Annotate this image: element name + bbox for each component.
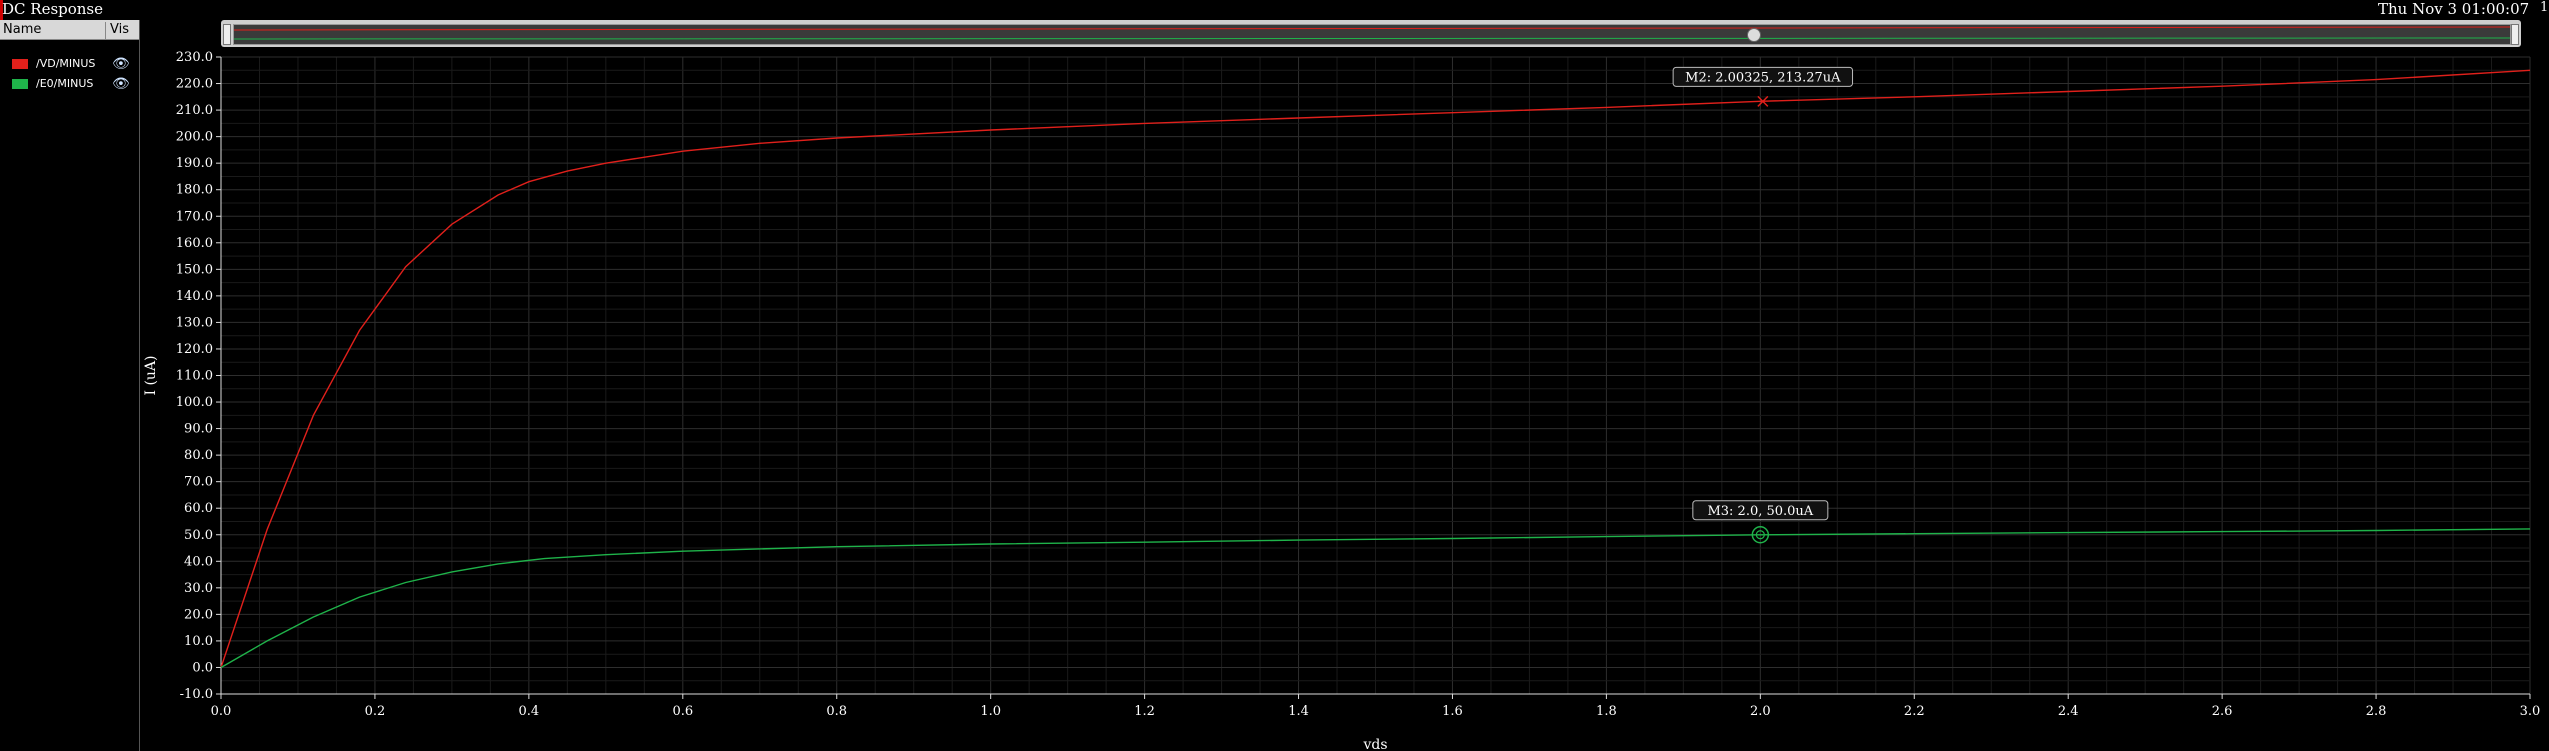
marker-label: M3: 2.0, 50.0uA [1707, 504, 1813, 519]
x-tick-labels: 0.0 0.2 0.4 0.6 0.8 1.0 1.2 1.4 1.6 1.8 2.0 2.2 2.4 2… [211, 694, 2541, 719]
y-tick-label: 60.0 [184, 501, 213, 516]
x-tick-label: 0.4 [519, 704, 540, 719]
y-tick-label: 0.0 [192, 660, 213, 675]
y-tick-label: 120.0 [176, 342, 213, 357]
x-tick-label: 0.8 [826, 704, 847, 719]
x-tick-label: 2.2 [1904, 704, 1925, 719]
y-tick-label: 30.0 [184, 581, 213, 596]
y-tick-label: 20.0 [184, 607, 213, 622]
x-tick-label: 2.0 [1750, 704, 1771, 719]
y-tick-label: 200.0 [176, 130, 213, 145]
x-tick-label: 1.0 [980, 704, 1001, 719]
y-tick-label: 70.0 [184, 475, 213, 490]
x-tick-label: 0.2 [365, 704, 386, 719]
y-tick-label: 220.0 [176, 77, 213, 92]
x-tick-label: 2.8 [2366, 704, 2387, 719]
x-axis-label: vds [1362, 737, 1387, 751]
dc-response-chart: 230.0 220.0 210.0 200.0 190.0 180.0 170.0 160.0… [143, 50, 2541, 751]
x-tick-label: 3.0 [2520, 704, 2541, 719]
y-tick-label: 180.0 [176, 183, 213, 198]
y-tick-label: 90.0 [184, 422, 213, 437]
y-tick-label: 130.0 [176, 315, 213, 330]
y-tick-label: 50.0 [184, 528, 213, 543]
markers: M2: 2.00325, 213.27uA M3: 2.0, 50.0uA [1672, 66, 1854, 544]
x-tick-label: 1.6 [1442, 704, 1463, 719]
y-tick-label: 100.0 [176, 395, 213, 410]
y-axis-label: I (uA) [143, 355, 159, 395]
marker-label: M2: 2.00325, 213.27uA [1685, 70, 1841, 85]
x-tick-label: 2.6 [2212, 704, 2233, 719]
y-tick-label: 150.0 [176, 262, 213, 277]
y-tick-label: 140.0 [176, 289, 213, 304]
y-tick-label: -10.0 [180, 687, 213, 702]
y-tick-label: 210.0 [176, 103, 213, 118]
x-tick-label: 0.0 [211, 704, 232, 719]
y-tick-label: 190.0 [176, 156, 213, 171]
y-tick-label: 160.0 [176, 236, 213, 251]
y-tick-labels: 230.0 220.0 210.0 200.0 190.0 180.0 170.0 160.0… [176, 50, 221, 702]
x-tick-label: 1.8 [1596, 704, 1617, 719]
y-tick-label: 80.0 [184, 448, 213, 463]
y-tick-label: 230.0 [176, 50, 213, 65]
y-tick-label: 110.0 [176, 369, 213, 384]
x-tick-label: 2.4 [2058, 704, 2079, 719]
grid [220, 56, 2531, 695]
y-tick-label: 40.0 [184, 554, 213, 569]
y-tick-label: 170.0 [176, 209, 213, 224]
x-tick-label: 1.2 [1134, 704, 1155, 719]
y-tick-label: 10.0 [184, 634, 213, 649]
x-tick-label: 1.4 [1288, 704, 1309, 719]
x-tick-label: 0.6 [672, 704, 693, 719]
